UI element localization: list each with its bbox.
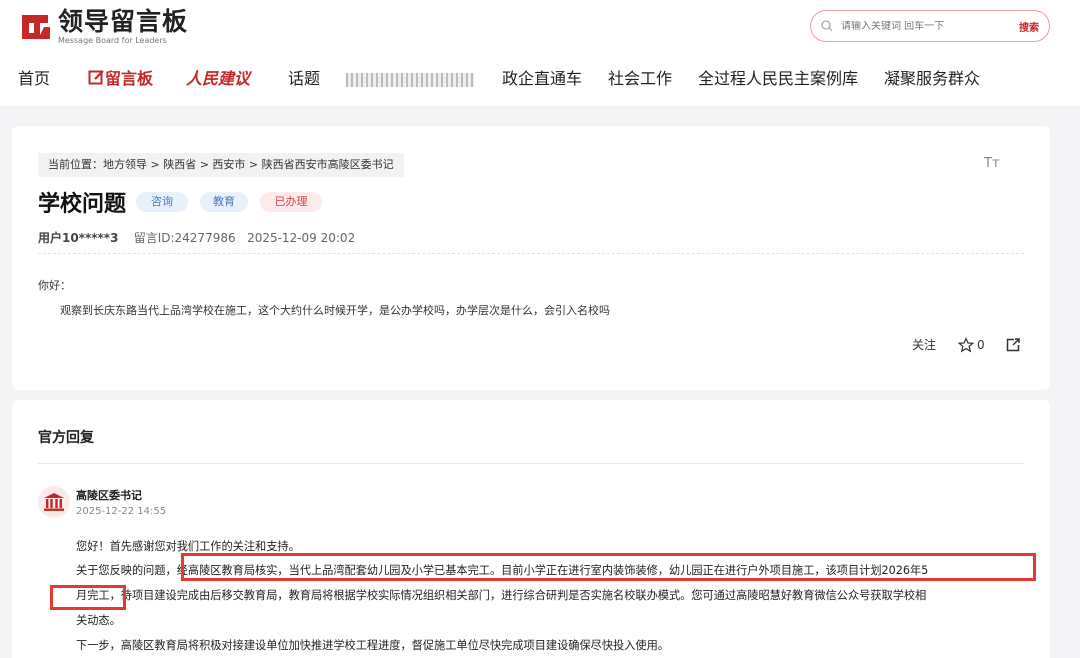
question-time: 2025-12-09 20:02 (247, 231, 356, 245)
nav-serve-masses[interactable]: 凝聚服务群众 (884, 64, 980, 94)
reply-line-4: 关动态。 (76, 614, 121, 627)
government-building-icon (38, 493, 70, 522)
question-user: 用户10*****3 (38, 231, 119, 245)
reply-line-1: 您好！首先感谢您对我们工作的关注和支持。 (76, 540, 300, 553)
tag-consult: 咨询 (136, 192, 188, 212)
share-icon[interactable] (1005, 337, 1021, 353)
nav-home[interactable]: 首页 (18, 64, 50, 94)
search-input[interactable] (841, 20, 991, 32)
tag-education: 教育 (200, 192, 248, 212)
reply-line-3: 月完工，待项目建设完成由后移交教育局，教育局将根据学校实际情况组织相关部门，进行… (76, 589, 927, 602)
question-body: 观察到长庆东路当代上品湾学校在施工，这个大约什么时候开学，是公办学校吗，办学层次… (60, 304, 610, 317)
reply-card: 官方回复 高陵区委书记 2025-12-22 14:55 您好！首先感谢您对我们… (12, 400, 1050, 658)
nav-enterprise[interactable]: 政企直通车 (502, 64, 582, 94)
top-header: 领导留言板 Message Board for Leaders 搜索 首页 留言… (0, 0, 1080, 106)
tag-handled: 已办理 (260, 192, 322, 212)
highlight-box-2 (50, 585, 126, 610)
nav-message-board[interactable]: 留言板 (88, 64, 153, 94)
edit-icon (88, 69, 105, 88)
question-id: 留言ID:24277986 (133, 231, 236, 245)
avatar (38, 486, 70, 518)
nav-blurred-item[interactable] (346, 64, 474, 94)
nav-message-board-label: 留言板 (105, 69, 154, 88)
nav-democracy-cases[interactable]: 全过程人民民主案例库 (698, 64, 858, 94)
search-button[interactable]: 搜索 (1019, 19, 1039, 34)
logo-title: 领导留言板 (58, 7, 189, 36)
highlight-box-1 (181, 553, 1036, 581)
responder-name: 高陵区委书记 (76, 489, 142, 502)
question-actions: 关注 0 (912, 336, 1021, 353)
reply-section-title: 官方回复 (38, 430, 94, 446)
breadcrumb[interactable]: 当前位置：地方领导 > 陕西省 > 西安市 > 陕西省西安市高陵区委书记 (38, 153, 404, 177)
reply-line-5: 下一步，高陵区教育局将积极对接建设单位加快推进学校工程进度，督促施工单位尽快完成… (76, 639, 669, 652)
reply-date: 2025-12-22 14:55 (76, 506, 167, 517)
follow-button[interactable]: 关注 (912, 336, 936, 353)
blurred-text (346, 72, 474, 87)
nav-topics[interactable]: 话题 (288, 64, 320, 94)
question-card: 当前位置：地方领导 > 陕西省 > 西安市 > 陕西省西安市高陵区委书记 Tт … (12, 126, 1050, 390)
question-greeting: 你好： (38, 279, 71, 292)
search-icon (821, 17, 833, 36)
star-icon[interactable] (957, 336, 975, 353)
question-meta: 用户10*****3 留言ID:24277986 2025-12-09 20:0… (38, 229, 355, 246)
site-logo[interactable]: 领导留言板 Message Board for Leaders (18, 8, 188, 46)
star-count: 0 (977, 337, 985, 352)
search-box: 搜索 (810, 10, 1050, 42)
font-size-toggle-icon[interactable]: Tт (984, 156, 1000, 171)
divider (38, 463, 1024, 464)
logo-mark-icon (18, 9, 54, 45)
nav-people-suggestion[interactable]: 人民建议 (186, 64, 250, 94)
logo-subtitle: Message Board for Leaders (58, 36, 167, 45)
divider (38, 253, 1024, 254)
question-title: 学校问题 (38, 192, 127, 217)
nav-social-work[interactable]: 社会工作 (608, 64, 672, 94)
